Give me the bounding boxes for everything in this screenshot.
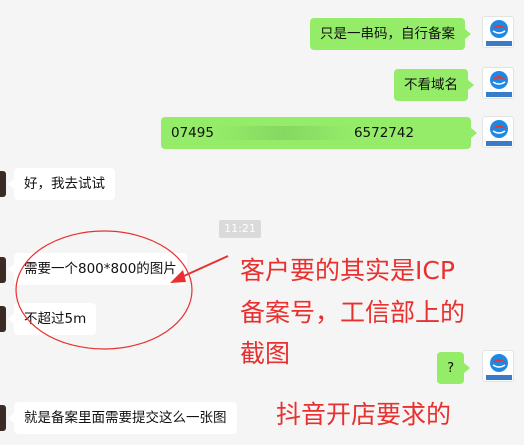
message-bubble-sent[interactable]: ? [437, 352, 471, 384]
user-avatar[interactable] [482, 116, 514, 148]
user-avatar[interactable] [482, 67, 514, 99]
contact-avatar[interactable] [0, 171, 6, 197]
annotation-bottom: 抖音开店要求的 [276, 400, 452, 429]
brand-logo-icon [486, 20, 512, 46]
message-bubble-sent[interactable]: 只是一串码，自行备案 [310, 18, 471, 50]
brand-logo-icon [486, 120, 512, 146]
annotation-line-1: 客户要的其实是ICP [240, 256, 455, 285]
message-bubble-received[interactable]: 就是备案里面需要提交这么一张图 [8, 402, 237, 434]
message-text-start: 07495 [171, 125, 214, 141]
brand-logo-icon [486, 354, 512, 380]
redacted-segment [213, 126, 354, 140]
user-avatar[interactable] [482, 16, 514, 48]
message-bubble-sent[interactable]: 07495 6572742 [161, 117, 477, 149]
message-bubble-received[interactable]: 不超过5m [7, 303, 97, 335]
annotation-line-3: 截图 [240, 339, 291, 368]
brand-logo-icon [486, 71, 512, 97]
annotation-line-2: 备案号，工信部上的 [240, 298, 466, 327]
contact-avatar[interactable] [0, 306, 6, 332]
message-bubble-received[interactable]: 需要一个800*800的图片 [8, 253, 187, 285]
message-text-end: 6572742 [353, 125, 415, 141]
message-bubble-received[interactable]: 好，我去试试 [8, 168, 115, 200]
contact-avatar[interactable] [0, 405, 6, 431]
message-bubble-sent[interactable]: 不看域名 [394, 69, 474, 101]
contact-avatar[interactable] [0, 257, 6, 283]
chat-timestamp: 11:21 [219, 220, 261, 238]
user-avatar[interactable] [482, 350, 514, 382]
